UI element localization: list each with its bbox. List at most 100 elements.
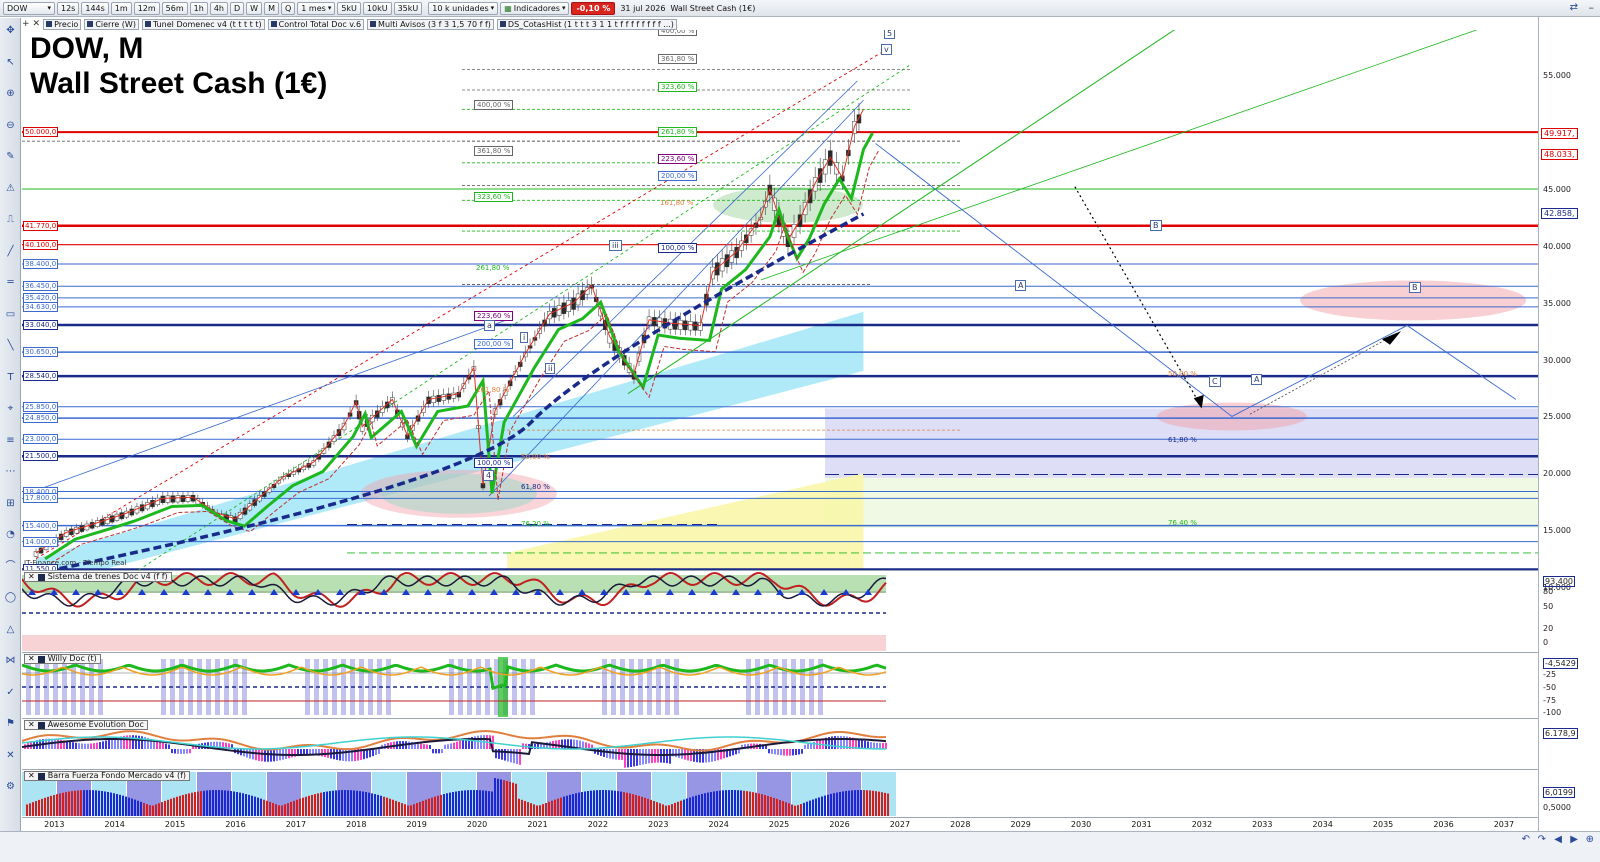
- awesome-bar: [801, 749, 803, 754]
- ray-icon[interactable]: ╲: [4, 339, 17, 352]
- ellipse-icon[interactable]: ◯: [4, 591, 17, 604]
- period-button-W[interactable]: W: [246, 1, 263, 15]
- add-icon[interactable]: +: [22, 19, 30, 29]
- awesome-bar: [606, 749, 608, 758]
- price-axis-label: 30.000: [1543, 355, 1571, 365]
- pattern-icon[interactable]: ⋈: [4, 654, 17, 667]
- indicator-tab[interactable]: Multi Avisos (3 f 3 1,5 70 f f): [367, 18, 494, 30]
- force-bar: [842, 791, 844, 816]
- pane-sistema-trenes[interactable]: ✕ Sistema de trenes Doc v4 (f f): [22, 570, 1538, 652]
- force-bar: [134, 799, 136, 816]
- period-button-144s[interactable]: 144s: [81, 1, 109, 15]
- force-bar: [737, 790, 739, 816]
- awesome-bar: [258, 749, 260, 761]
- symbol-select[interactable]: DOW ▾: [3, 1, 55, 15]
- period-button-12m[interactable]: 12m: [133, 1, 160, 15]
- flag-icon[interactable]: ⚑: [4, 717, 17, 730]
- color-square-icon: [370, 21, 377, 27]
- delete-icon[interactable]: ✕: [4, 749, 17, 762]
- awesome-bar: [429, 744, 431, 749]
- awesome-bar: [438, 749, 440, 754]
- text-icon[interactable]: T: [4, 371, 17, 384]
- fib-level-label: 361,80 %: [474, 146, 514, 156]
- close-icon[interactable]: ✕: [28, 721, 35, 729]
- candle-body: [652, 317, 657, 327]
- collapse-icon[interactable]: –: [1589, 1, 1595, 14]
- period-button-D[interactable]: D: [230, 1, 245, 15]
- candle-body: [165, 495, 171, 503]
- redo-icon[interactable]: ↷: [1538, 834, 1546, 845]
- period-button-Q[interactable]: Q: [281, 1, 296, 15]
- awesome-bar: [426, 744, 428, 749]
- pane-header[interactable]: ✕ Willy Doc (t): [24, 654, 101, 664]
- price-chart[interactable]: DOW, M Wall Street Cash (1€) 50.000,0 41.…: [22, 30, 1538, 570]
- pane-barra-fuerza[interactable]: ✕ Barra Fuerza Fondo Mercado v4 (f): [22, 769, 1538, 817]
- units-5k-button[interactable]: 5kU: [337, 1, 361, 15]
- rectangle-icon[interactable]: ▭: [4, 308, 17, 321]
- close-icon[interactable]: ✕: [28, 573, 35, 581]
- indicator-tab-label: Cierre (W): [95, 19, 136, 29]
- alert-icon[interactable]: ⚠: [4, 182, 17, 195]
- awesome-bar: [84, 743, 86, 749]
- indicators-button[interactable]: ▦ Indicadores ▾: [500, 1, 570, 15]
- interval-select[interactable]: 1 mes ▾: [297, 1, 336, 15]
- zoom-in-icon[interactable]: ⊕: [4, 87, 17, 100]
- candle-body: [180, 495, 186, 502]
- period-button-1h[interactable]: 1h: [189, 1, 208, 15]
- grid-icon[interactable]: ⊞: [4, 497, 17, 510]
- force-bar: [776, 798, 778, 816]
- trendline-icon[interactable]: ╱: [4, 245, 17, 258]
- period-button-M[interactable]: M: [264, 1, 279, 15]
- close-icon[interactable]: ✕: [28, 772, 35, 780]
- channel-icon[interactable]: ═: [4, 276, 17, 289]
- close-icon[interactable]: ✕: [28, 655, 35, 663]
- zoom-out-icon[interactable]: ⊖: [4, 119, 17, 132]
- indicator-tab[interactable]: Precio: [43, 18, 82, 30]
- units-10k-button[interactable]: 10kU: [362, 1, 392, 15]
- check-icon[interactable]: ✓: [4, 686, 17, 699]
- triangle-icon[interactable]: △: [4, 623, 17, 636]
- fib-level-label: 223,60 %: [658, 154, 698, 164]
- awesome-bar: [675, 749, 677, 758]
- period-button-1m[interactable]: 1m: [110, 1, 132, 15]
- crosshair-icon[interactable]: ✥: [4, 24, 17, 37]
- indicator-tab[interactable]: Tunel Domenec v4 (t t t t t): [141, 18, 265, 30]
- pane-header[interactable]: ✕ Awesome Evolution Doc: [24, 720, 148, 730]
- pane-awesome[interactable]: ✕ Awesome Evolution Doc: [22, 718, 1538, 769]
- period-button-12s[interactable]: 12s: [57, 1, 80, 15]
- force-bar: [761, 794, 763, 816]
- pane-willy[interactable]: ✕ Willy Doc (t): [22, 652, 1538, 718]
- swap-icon[interactable]: ⇄: [1570, 2, 1578, 13]
- pane-header[interactable]: ✕ Barra Fuerza Fondo Mercado v4 (f): [24, 771, 191, 781]
- pie-icon[interactable]: ◔: [4, 528, 17, 541]
- force-bar: [641, 796, 643, 816]
- gear-icon[interactable]: ⚙: [4, 780, 17, 793]
- target-icon[interactable]: ⌖: [4, 402, 17, 415]
- period-button-56m[interactable]: 56m: [161, 1, 188, 15]
- fib-icon[interactable]: ≡: [4, 434, 17, 447]
- price-axis[interactable]: 55.00050.00045.00040.00035.00030.00025.0…: [1538, 17, 1600, 862]
- dots-icon[interactable]: ⋯: [4, 465, 17, 478]
- period-button-4h[interactable]: 4h: [209, 1, 228, 15]
- time-axis[interactable]: 2013 2014 2015 2016 2017 2018 2019 2020 2021 2022…: [22, 817, 1538, 831]
- scroll-right-icon[interactable]: ▶: [1570, 834, 1578, 845]
- undo-icon[interactable]: ↶: [1522, 834, 1530, 845]
- pointer-icon[interactable]: ↖: [4, 56, 17, 69]
- indicator-tab[interactable]: DS_CotasHist (1 t t t 3 1 1 t f f f f f …: [496, 18, 677, 30]
- force-bar: [308, 795, 310, 816]
- price-axis-label: 35.000: [1543, 298, 1571, 308]
- awesome-bar: [441, 749, 443, 754]
- units-select[interactable]: 10 k unidades ▾: [428, 1, 499, 15]
- indicator-tab[interactable]: Cierre (W): [84, 18, 139, 30]
- force-bar: [98, 790, 100, 816]
- awesome-bar: [336, 749, 338, 760]
- zoom-icon[interactable]: ⊕: [1586, 834, 1594, 845]
- indicator-tab[interactable]: Control Total Doc v.6: [267, 18, 365, 30]
- pane-header[interactable]: ✕ Sistema de trenes Doc v4 (f f): [24, 572, 172, 582]
- fork-icon[interactable]: ⎍: [4, 213, 17, 226]
- pencil-icon[interactable]: ✎: [4, 150, 17, 163]
- arc-icon[interactable]: ⌒: [4, 560, 17, 573]
- close-icon[interactable]: ✕: [33, 19, 41, 29]
- scroll-left-icon[interactable]: ◀: [1554, 834, 1562, 845]
- units-35k-button[interactable]: 35kU: [393, 1, 423, 15]
